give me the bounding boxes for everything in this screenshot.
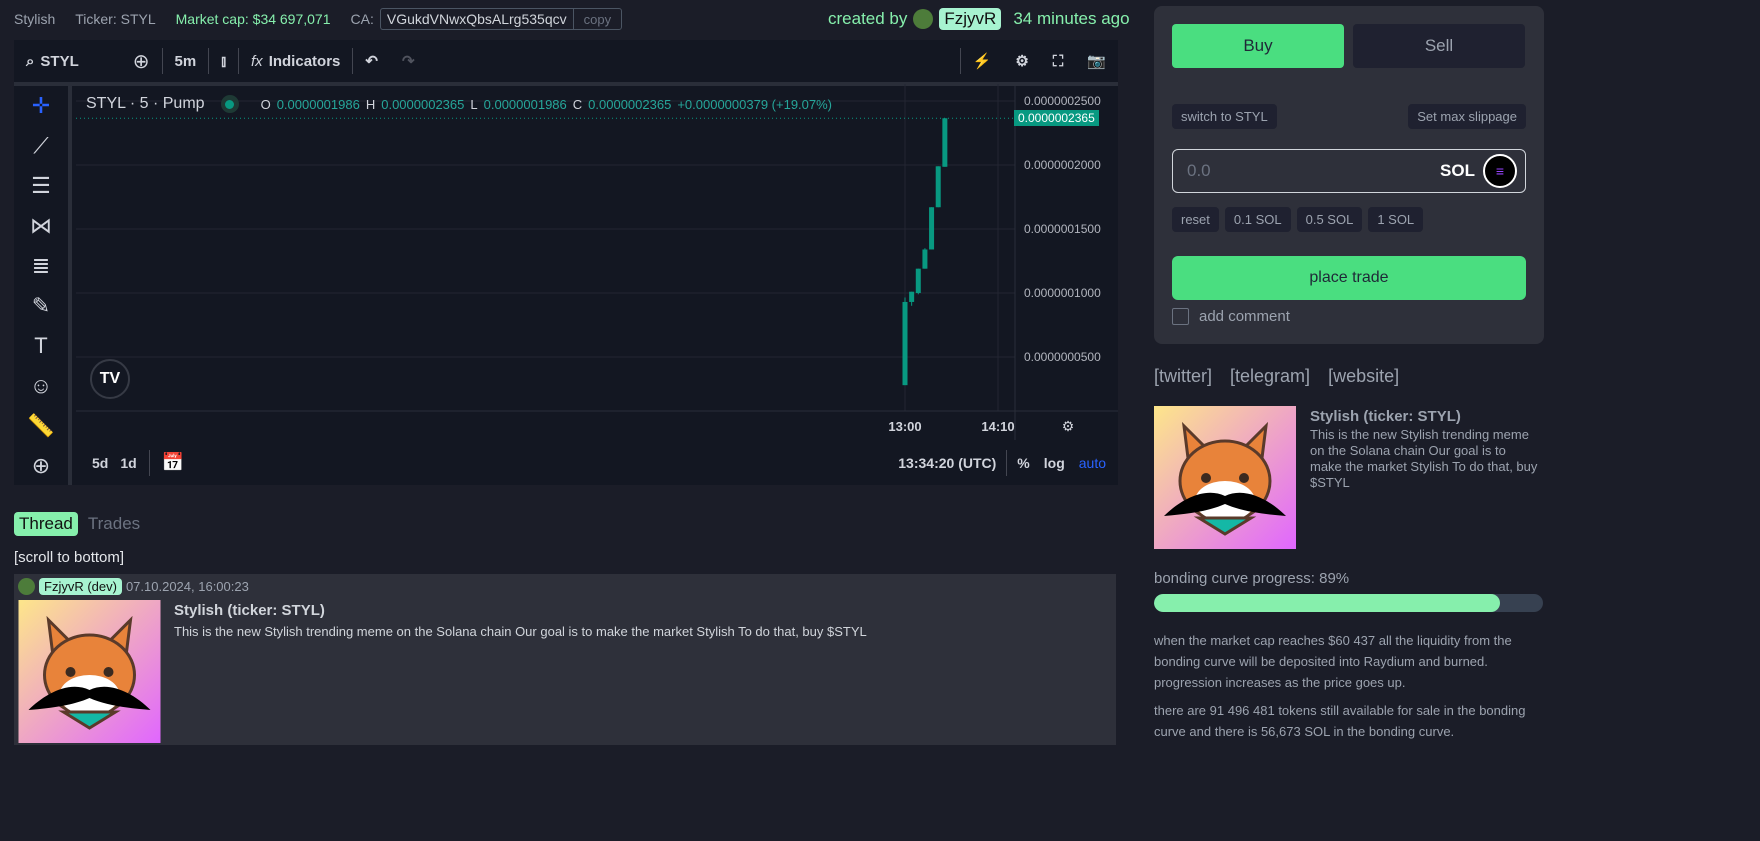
created-by-label: created by	[828, 9, 908, 28]
candle-body	[909, 291, 915, 302]
axis-settings-icon: ⚙	[1062, 418, 1075, 434]
token-image	[1154, 406, 1296, 549]
sell-tab[interactable]: Sell	[1353, 24, 1525, 68]
tab-trades[interactable]: Trades	[88, 512, 140, 536]
open-label: O	[260, 96, 271, 112]
legend-title: STYL · 5 · Pump	[86, 95, 205, 112]
author-avatar	[18, 578, 35, 595]
y-tick-label: 0.0000002500	[1024, 94, 1101, 108]
token-title: Stylish (ticker: STYL)	[1310, 408, 1461, 425]
add-comment-option[interactable]: add comment	[1172, 308, 1290, 325]
bonding-description: when the market cap reaches $60 437 all …	[1154, 633, 1512, 690]
bonding-tokens-info: there are 91 496 481 tokens still availa…	[1154, 703, 1526, 739]
preset-0-1-sol[interactable]: 0.1 SOL	[1224, 207, 1291, 232]
copy-button[interactable]: copy	[572, 9, 621, 29]
low-value: 0.0000001986	[483, 96, 567, 112]
bonding-progress-fill	[1154, 594, 1501, 612]
high-value: 0.0000002365	[381, 96, 465, 112]
post-body: This is the new Stylish trending meme on…	[174, 624, 867, 639]
current-price-label: 0.0000002365	[1014, 110, 1099, 126]
low-label: L	[470, 96, 478, 112]
add-comment-checkbox[interactable]	[1172, 308, 1189, 325]
amount-presets: reset 0.1 SOL 0.5 SOL 1 SOL	[1172, 207, 1424, 232]
candle-body	[902, 301, 908, 386]
candle-body	[935, 166, 941, 208]
change-value: +0.0000000379 (+19.07%)	[677, 96, 833, 112]
auto-toggle[interactable]: auto	[1079, 455, 1106, 471]
website-link[interactable]: [website]	[1328, 366, 1399, 387]
amount-input[interactable]	[1187, 161, 1441, 181]
candle-body	[929, 207, 935, 250]
switch-token-button[interactable]: switch to STYL	[1172, 104, 1277, 129]
created-time: 34 minutes ago	[1013, 9, 1130, 28]
creator-link[interactable]: FzjyvR	[939, 8, 1002, 30]
post-author[interactable]: FzjyvR (dev)	[39, 578, 122, 595]
creator-info: created by FzjyvR 34 minutes ago	[828, 8, 1130, 30]
creator-avatar	[913, 9, 934, 29]
place-trade-button[interactable]: place trade	[1172, 256, 1526, 300]
trade-panel: Buy Sell switch to STYL Set max slippage…	[1154, 6, 1544, 344]
utc-clock[interactable]: 13:34:20 (UTC)	[898, 455, 996, 471]
bonding-label: bonding curve progress: 89%	[1154, 570, 1350, 587]
thread-tabs: Thread Trades	[14, 512, 140, 536]
range-5d[interactable]: 5d	[92, 455, 108, 471]
token-info: Stylish (ticker: STYL) This is the new S…	[1310, 409, 1540, 491]
go-to-date-icon[interactable]: 📅	[162, 452, 184, 473]
high-label: H	[365, 96, 376, 112]
chart-legend: STYL · 5 · Pump O 0.0000001986 H 0.0000002…	[86, 95, 832, 113]
bonding-progress-bar	[1154, 594, 1543, 612]
token-ticker: Ticker: STYL	[75, 11, 156, 27]
tab-thread[interactable]: Thread	[14, 512, 78, 536]
thread-post: FzjyvR (dev) 07.10.2024, 16:00:23 Stylis…	[14, 574, 1116, 745]
preset-1-sol[interactable]: 1 SOL	[1368, 207, 1424, 232]
contract-address[interactable]: VGukdVNwxQbsALrg535qcv	[381, 11, 573, 27]
candle-body	[922, 249, 928, 269]
solana-logo-icon: ≡	[1483, 154, 1517, 188]
market-cap: Market cap: $34 697,071	[175, 11, 331, 27]
preset-0-5-sol[interactable]: 0.5 SOL	[1296, 207, 1363, 232]
log-toggle[interactable]: log	[1044, 455, 1065, 471]
max-slippage-button[interactable]: Set max slippage	[1408, 104, 1526, 129]
post-title: Stylish (ticker: STYL)	[174, 602, 325, 619]
y-tick-label: 0.0000001000	[1024, 286, 1101, 300]
twitter-link[interactable]: [twitter]	[1154, 366, 1212, 387]
add-comment-label: add comment	[1199, 308, 1290, 325]
range-1d[interactable]: 1d	[120, 455, 136, 471]
preset-reset[interactable]: reset	[1172, 207, 1219, 232]
x-tick-label: 13:00	[888, 419, 921, 434]
y-tick-label: 0.0000002000	[1024, 158, 1101, 172]
amount-field: SOL ≡	[1172, 149, 1526, 193]
chart-bottom-bar: 5d 1d 📅 13:34:20 (UTC) % log auto	[76, 440, 1118, 485]
ca-label: CA:	[350, 11, 374, 27]
post-image	[18, 600, 161, 743]
y-tick-label: 0.0000001500	[1024, 222, 1101, 236]
close-value: 0.0000002365	[588, 96, 672, 112]
open-value: 0.0000001986	[276, 96, 360, 112]
post-date: 07.10.2024, 16:00:23	[125, 579, 249, 594]
y-tick-label: 0.0000000500	[1024, 350, 1101, 364]
close-label: C	[572, 96, 583, 112]
social-links: [twitter] [telegram] [website]	[1154, 366, 1399, 387]
candle-body	[915, 268, 921, 293]
candle-body	[942, 118, 948, 167]
market-status-icon	[220, 95, 239, 113]
buy-tab[interactable]: Buy	[1172, 24, 1344, 68]
price-chart[interactable]: ⌕ STYL ⊕ 5m ⫾ fx Indicators ↶ ↷ ⚡ ⚙ ⛶ 📷 ✛ …	[14, 40, 1118, 485]
tradingview-logo[interactable]: TV	[90, 359, 130, 399]
scroll-to-bottom-link[interactable]: [scroll to bottom]	[14, 549, 124, 566]
telegram-link[interactable]: [telegram]	[1230, 366, 1310, 387]
token-name: Stylish	[14, 11, 56, 27]
currency-label: SOL	[1440, 161, 1475, 180]
token-description: This is the new Stylish trending meme on…	[1310, 427, 1538, 490]
x-tick-label: 14:10	[981, 419, 1014, 434]
percent-toggle[interactable]: %	[1017, 455, 1029, 471]
